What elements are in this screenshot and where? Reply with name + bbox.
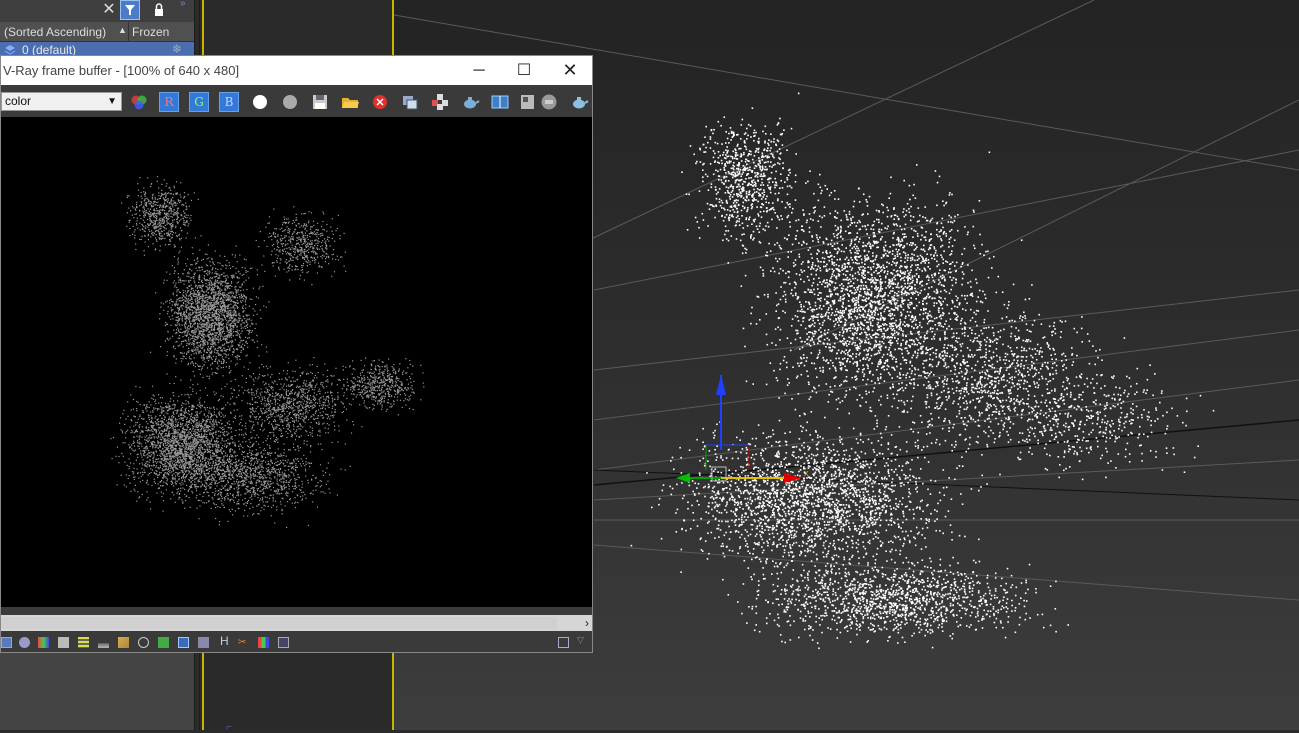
rendered-point-cloud [1, 125, 592, 605]
vray-frame-buffer-window[interactable]: V-Ray frame buffer - [100% of 640 x 480]… [0, 55, 593, 653]
scrollbar-thumb[interactable] [1, 617, 557, 629]
scroll-right-icon[interactable]: › [585, 615, 589, 631]
layer-row-default[interactable]: 0 (default) ❄ [0, 42, 194, 56]
point-cloud-viewport [631, 93, 1215, 650]
vfb-bottom-toolbar: H ✂ ▽ [1, 633, 592, 652]
maximize-button[interactable]: ☐ [501, 56, 547, 85]
close-button[interactable]: ✕ [547, 56, 593, 85]
lens-effects-icon[interactable]: ✂ [238, 637, 249, 648]
color-channels-icon[interactable] [129, 92, 149, 112]
transform-gizmo [676, 375, 802, 483]
levels-icon[interactable] [78, 637, 89, 648]
sort-column-label[interactable]: (Sorted Ascending) [4, 25, 106, 39]
horizontal-scrollbar[interactable]: › [1, 615, 592, 631]
histogram-icon[interactable] [98, 637, 109, 648]
vfb-title: V-Ray frame buffer - [100% of 640 x 480] [3, 63, 239, 78]
gizmo-x-label: x [804, 468, 809, 478]
frozen-column-label[interactable]: Frozen [132, 25, 169, 39]
background-image-icon[interactable] [158, 637, 169, 648]
open-folder-icon[interactable] [340, 92, 360, 112]
chevron-down-icon: ▼ [107, 93, 117, 110]
lock-icon[interactable] [150, 1, 168, 19]
stamp-h-label[interactable]: H [220, 634, 229, 648]
axis-tripod-icon: ⌐ [226, 722, 232, 733]
layer-stack-icon [4, 43, 16, 55]
render-view[interactable] [1, 117, 592, 607]
duplicate-to-mtl-icon[interactable] [400, 92, 420, 112]
display-correction-icon[interactable] [258, 637, 269, 648]
scene-explorer-lower [0, 652, 194, 730]
layer-column-header[interactable]: (Sorted Ascending) ▲ Frozen [0, 22, 194, 42]
gizmo-z-arrow [716, 375, 726, 395]
channel-select[interactable]: color ▼ [1, 92, 122, 111]
color-correction-icon[interactable] [38, 637, 49, 648]
vfb-title-bar[interactable]: V-Ray frame buffer - [100% of 640 x 480]… [1, 56, 592, 85]
link-viewport-icon[interactable] [518, 92, 538, 112]
minimize-button[interactable]: ─ [456, 56, 502, 85]
render-teapot-icon[interactable] [460, 92, 480, 112]
stop-render-icon[interactable] [539, 92, 559, 112]
track-mouse-icon[interactable] [430, 92, 450, 112]
bottom-chevron-icon[interactable]: ▽ [577, 635, 584, 646]
render-teapot-2-icon[interactable] [569, 92, 589, 112]
gizmo-y-arrow [676, 473, 690, 483]
curves-icon[interactable] [118, 637, 129, 648]
gray-circle-icon[interactable] [280, 92, 300, 112]
filter-icon[interactable] [120, 0, 140, 20]
close-filter-icon[interactable]: ✕ [100, 0, 118, 20]
red-channel-button[interactable]: R [159, 92, 179, 112]
bottom-panel-icon[interactable] [1, 637, 12, 648]
frozen-snowflake-icon[interactable]: ❄ [172, 42, 182, 56]
green-channel-button[interactable]: G [189, 92, 209, 112]
blue-channel-button[interactable]: B [219, 92, 239, 112]
layer-toolbar: ✕ » [0, 0, 194, 22]
column-separator[interactable] [128, 22, 129, 42]
compare-ab-icon[interactable] [490, 92, 510, 112]
save-image-icon[interactable] [310, 92, 330, 112]
expand-icon[interactable]: » [180, 0, 186, 9]
settings-icon[interactable] [278, 637, 289, 648]
window-toggle-icon[interactable] [558, 637, 569, 648]
vfb-toolbar: color ▼ R G B [1, 85, 592, 117]
rendered-image [1, 125, 592, 605]
lut-icon[interactable] [178, 637, 189, 648]
exposure-icon[interactable] [138, 637, 149, 648]
sort-ascending-icon: ▲ [118, 25, 127, 35]
channel-select-value: color [5, 94, 31, 108]
clear-image-icon[interactable] [370, 92, 390, 112]
ocio-icon[interactable] [198, 637, 209, 648]
info-icon[interactable] [19, 637, 30, 648]
white-circle-icon[interactable] [250, 92, 270, 112]
hsl-icon[interactable] [58, 637, 69, 648]
